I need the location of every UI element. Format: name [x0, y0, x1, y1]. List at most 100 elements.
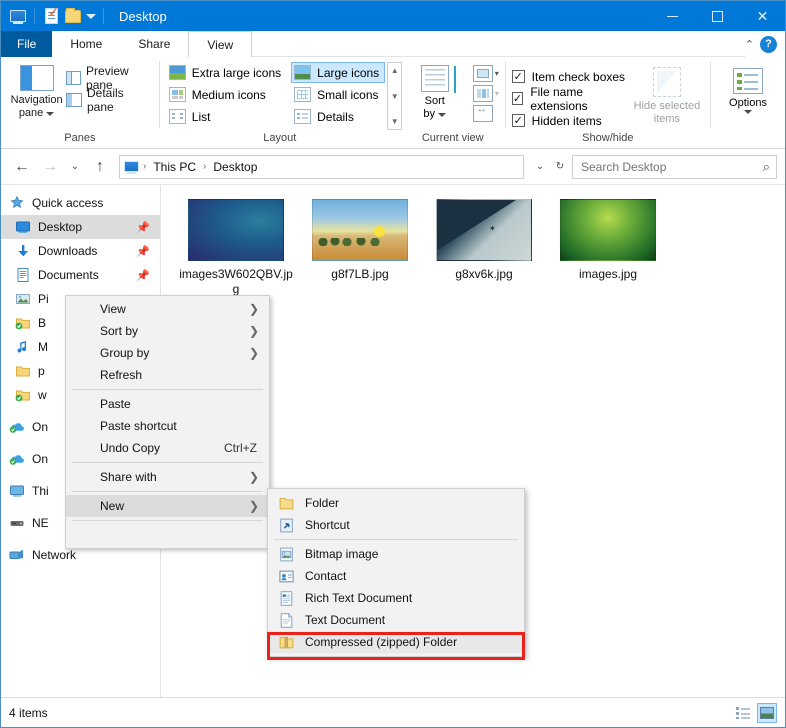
layout-option-details[interactable]: Details: [291, 106, 385, 127]
up-button[interactable]: ↑: [87, 154, 113, 180]
close-button[interactable]: ✕: [740, 1, 785, 31]
context-menu-item-refresh[interactable]: Refresh: [66, 364, 269, 386]
submenu-label: Contact: [305, 569, 347, 583]
breadcrumb-separator[interactable]: ›: [143, 161, 146, 172]
layout-option-large-icons[interactable]: Large icons: [291, 62, 386, 83]
submenu-item-bitmap-image[interactable]: Bitmap image: [268, 543, 524, 565]
refresh-button[interactable]: ↻: [550, 155, 570, 179]
options-caret-icon[interactable]: [744, 110, 753, 114]
file-name: images.jpg: [578, 267, 638, 281]
file-tile[interactable]: images.jpg: [547, 199, 669, 297]
context-menu-item-view[interactable]: View ❯: [66, 298, 269, 320]
submenu-item-rich-text-document[interactable]: Rich Text Document: [268, 587, 524, 609]
file-tile[interactable]: images3W602QBV.jpg: [175, 199, 297, 297]
context-menu-item-share-with[interactable]: Share with ❯: [66, 466, 269, 488]
context-menu-item-properties[interactable]: [66, 524, 269, 546]
details-pane-button[interactable]: Details pane: [66, 86, 153, 114]
file-name: images3W602QBV.jpg: [179, 267, 293, 296]
minimize-button[interactable]: [650, 1, 695, 31]
hide-selected-label-1: Hide selected: [633, 100, 701, 112]
add-columns-pane-button[interactable]: ▾: [472, 65, 499, 82]
properties-icon[interactable]: [40, 5, 62, 27]
address-dropdown-button[interactable]: ⌄: [530, 155, 550, 179]
context-menu-label: Share with: [100, 470, 157, 484]
help-icon[interactable]: ?: [760, 35, 777, 53]
tab-file[interactable]: File: [1, 31, 53, 57]
sort-by-button[interactable]: Sort by: [407, 63, 463, 121]
breadcrumb-separator-2[interactable]: ›: [203, 161, 206, 172]
pin-icon[interactable]: 📌: [136, 269, 150, 282]
checkbox-icon[interactable]: ✓: [511, 114, 525, 127]
layout-option-small-icons[interactable]: Small icons: [291, 84, 385, 105]
file-tile[interactable]: ✶ g8xv6k.jpg: [423, 199, 545, 297]
layout-option-medium-icons[interactable]: Medium icons: [166, 84, 287, 105]
submenu-item-text-document[interactable]: Text Document: [268, 609, 524, 631]
scroll-up-icon[interactable]: ▲: [391, 66, 399, 75]
submenu-item-folder[interactable]: Folder: [268, 492, 524, 514]
context-menu-label: Group by: [100, 346, 150, 360]
scroll-expand-icon[interactable]: ▼: [391, 117, 399, 126]
show-hide-checkbox-list: ✓ Item check boxes ✓ File name extension…: [511, 64, 630, 130]
window-controls: ✕: [650, 1, 785, 31]
layout-option-extra-large-icons[interactable]: Extra large icons: [166, 62, 287, 83]
checkbox-file-name-extensions[interactable]: ✓ File name extensions: [511, 85, 630, 113]
checkbox-label: Hidden items: [531, 113, 602, 128]
checkbox-icon[interactable]: ✓: [511, 70, 525, 83]
context-menu-item-sort-by[interactable]: Sort by ❯: [66, 320, 269, 342]
maximize-button[interactable]: [695, 1, 740, 31]
context-menu-item-paste[interactable]: Paste: [66, 393, 269, 415]
options-label: Options: [729, 97, 767, 109]
customize-caret-icon[interactable]: [84, 9, 98, 23]
search-input[interactable]: [579, 158, 749, 175]
tab-home[interactable]: Home: [52, 31, 121, 57]
pin-icon[interactable]: 📌: [136, 221, 150, 234]
navigation-pane-button[interactable]: Navigation pane: [7, 61, 66, 120]
chevron-up-icon[interactable]: ⌃: [745, 38, 754, 51]
submenu-separator: [274, 539, 518, 540]
breadcrumb-this-pc[interactable]: This PC: [150, 160, 199, 174]
large-icons-view-button[interactable]: [757, 702, 777, 723]
scroll-down-icon[interactable]: ▼: [391, 92, 399, 101]
pin-icon[interactable]: 📌: [136, 245, 150, 258]
tab-share[interactable]: Share: [120, 31, 189, 57]
layout-option-list[interactable]: List: [166, 106, 287, 127]
file-tile[interactable]: g8f7LB.jpg: [299, 199, 421, 297]
sidebar-item-documents[interactable]: Documents 📌: [1, 263, 160, 287]
context-menu-item-undo-copy[interactable]: Undo Copy Ctrl+Z: [66, 437, 269, 459]
tab-view[interactable]: View: [188, 31, 253, 57]
forward-button[interactable]: →: [37, 154, 63, 180]
recent-locations-button[interactable]: ⌄: [65, 154, 85, 180]
sidebar-item-downloads[interactable]: Downloads 📌: [1, 239, 160, 263]
new-folder-icon[interactable]: [62, 5, 84, 27]
sidebar-item-quick-access[interactable]: Quick access: [1, 191, 160, 215]
checkbox-hidden-items[interactable]: ✓ Hidden items: [511, 111, 630, 130]
options-button[interactable]: Options: [717, 65, 779, 114]
add-columns-button[interactable]: ▾: [472, 85, 499, 102]
context-menu[interactable]: View ❯ Sort by ❯ Group by ❯ Refresh Past…: [65, 295, 270, 549]
back-button[interactable]: ←: [9, 154, 35, 180]
ribbon-group-layout: Extra large icons Medium icons List Larg…: [160, 57, 403, 148]
hide-selected-items-button[interactable]: Hide selected items: [630, 64, 704, 126]
context-menu-item-paste-shortcut[interactable]: Paste shortcut: [66, 415, 269, 437]
breadcrumb-desktop[interactable]: Desktop: [210, 160, 260, 174]
address-field[interactable]: › This PC › Desktop: [119, 154, 524, 179]
panes-toggle-list: Preview pane Details pane: [66, 61, 153, 114]
context-menu-item-group-by[interactable]: Group by ❯: [66, 342, 269, 364]
chevron-right-icon: ❯: [248, 470, 259, 484]
search-box[interactable]: ⌕: [572, 154, 777, 179]
details-view-button[interactable]: [733, 703, 753, 723]
monitor-icon[interactable]: [7, 5, 29, 27]
submenu-item-compressed-zipped-folder[interactable]: Compressed (zipped) Folder: [268, 631, 524, 653]
submenu-item-contact[interactable]: Contact: [268, 565, 524, 587]
context-menu-item-new[interactable]: New ❯: [66, 495, 269, 517]
size-all-columns-button[interactable]: [472, 104, 499, 122]
view-toggle-buttons: [733, 702, 777, 723]
sidebar-item-desktop[interactable]: Desktop 📌: [1, 215, 160, 239]
new-submenu[interactable]: Folder Shortcut Bitmap image Contact Ric…: [267, 488, 525, 657]
sidebar-item-label: Documents: [38, 268, 99, 282]
submenu-item-shortcut[interactable]: Shortcut: [268, 514, 524, 536]
checkbox-item-check-boxes[interactable]: ✓ Item check boxes: [511, 67, 630, 86]
checkbox-icon[interactable]: ✓: [511, 92, 524, 105]
search-icon[interactable]: ⌕: [763, 159, 770, 175]
documents-icon: [15, 267, 31, 283]
